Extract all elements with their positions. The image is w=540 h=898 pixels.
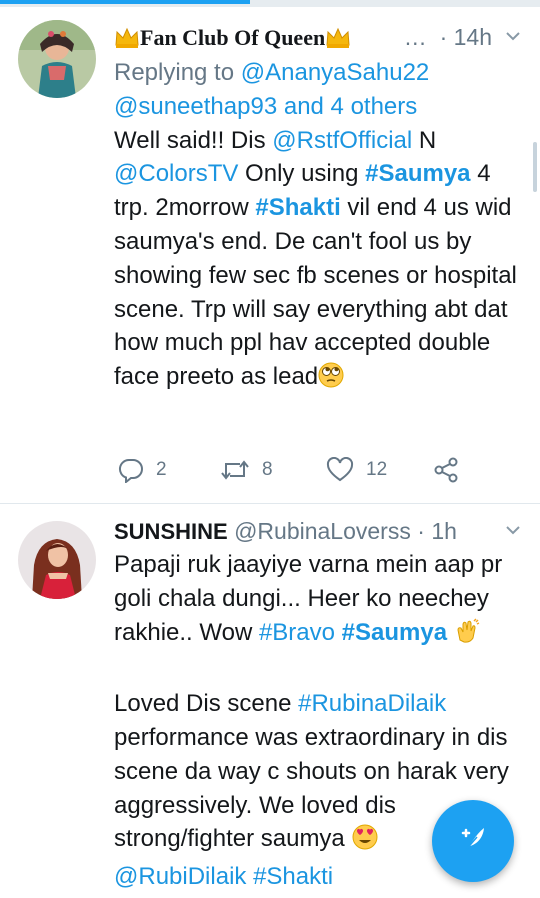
- progress-fill: [0, 0, 250, 4]
- timestamp[interactable]: 1h: [431, 518, 457, 544]
- hashtag[interactable]: #Shakti: [255, 194, 340, 221]
- reply-button[interactable]: 2: [118, 457, 167, 483]
- heart-icon: [326, 457, 354, 483]
- mention[interactable]: @ColorsTV: [114, 160, 238, 187]
- heart-eyes-emoji: [351, 824, 379, 860]
- top-progress-bar: [0, 0, 540, 7]
- retweet-button[interactable]: 8: [220, 457, 273, 483]
- clapping-hands-emoji: [454, 618, 480, 654]
- scrollbar[interactable]: [533, 142, 537, 192]
- reply-icon: [118, 457, 144, 483]
- reply-mention[interactable]: @AnanyaSahu22: [241, 59, 430, 86]
- share-button[interactable]: [433, 457, 459, 483]
- avatar[interactable]: [18, 521, 96, 599]
- separator: ·: [439, 24, 448, 50]
- like-count: 12: [366, 459, 388, 480]
- tweet-header: Fan Club Of Queen … · 14h: [114, 20, 522, 54]
- compose-tweet-icon: [453, 819, 493, 864]
- compose-tweet-button[interactable]: [432, 800, 514, 882]
- share-icon: [433, 457, 459, 483]
- face-with-rolling-eyes-emoji: [318, 362, 344, 398]
- retweet-icon: [220, 457, 250, 483]
- reply-mention[interactable]: @suneethap93: [114, 93, 277, 120]
- hashtag[interactable]: #RubinaDilaik: [298, 690, 446, 717]
- replying-to: Replying to @AnanyaSahu22 @suneethap93 a…: [114, 56, 522, 124]
- display-name[interactable]: Fan Club Of Queen: [140, 25, 325, 50]
- hashtag[interactable]: #Saumya: [342, 619, 447, 646]
- like-button[interactable]: 12: [326, 457, 387, 483]
- replying-prefix: Replying to: [114, 59, 241, 86]
- hashtag[interactable]: #Bravo: [259, 619, 335, 646]
- user-handle[interactable]: @RubinaLoverss: [234, 518, 411, 544]
- crown-emoji: [114, 24, 140, 58]
- separator: ·: [417, 518, 425, 544]
- chevron-down-icon[interactable]: [504, 20, 522, 65]
- chevron-down-icon[interactable]: [504, 514, 522, 559]
- mention[interactable]: @RstfOfficial: [272, 127, 412, 154]
- truncated-ellipsis: …: [403, 24, 427, 50]
- retweet-count: 8: [262, 459, 273, 480]
- hashtag[interactable]: #Saumya: [365, 160, 470, 187]
- reply-count: 2: [156, 459, 167, 480]
- crown-emoji: [325, 24, 351, 58]
- timestamp[interactable]: 14h: [454, 24, 492, 50]
- avatar[interactable]: [18, 20, 96, 98]
- reply-others[interactable]: and 4 others: [284, 93, 417, 120]
- mention[interactable]: @RubiDilaik: [114, 863, 246, 890]
- tweet-divider: [0, 503, 540, 504]
- tweet-header: SUNSHINE @RubinaLoverss · 1h: [114, 514, 522, 548]
- tweet-actions: 2 8 12: [0, 457, 540, 487]
- hashtag[interactable]: #Shakti: [253, 863, 333, 890]
- display-name[interactable]: SUNSHINE: [114, 519, 228, 544]
- tweet-text: Well said!! Dis @RstfOfficial N @ColorsT…: [114, 124, 522, 398]
